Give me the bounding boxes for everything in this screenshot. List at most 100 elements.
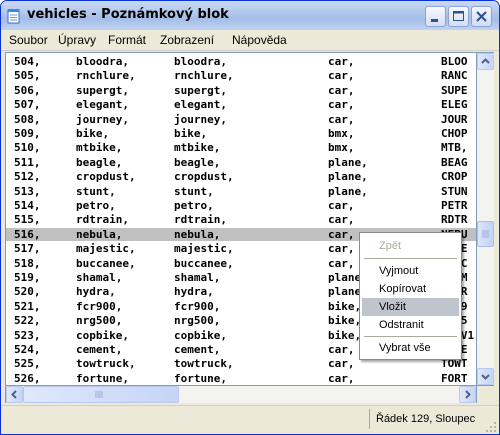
row-number: 514, <box>14 199 41 212</box>
ctx-copy[interactable]: Kopírovat <box>362 280 459 298</box>
model-name: journey, <box>76 112 129 126</box>
code-prefix: CHOP <box>441 127 468 140</box>
model-name-2: copbike, <box>174 328 227 342</box>
text-line[interactable]: 512, cropdust, cropdust, plane, CROP <box>6 170 476 183</box>
code-prefix: MTB, <box>441 141 468 155</box>
model-name-2: beagle, <box>174 155 221 169</box>
text-line[interactable]: 514, petro, petro, car, PETR <box>6 199 476 212</box>
vehicle-type: car, <box>328 371 355 385</box>
resize-grip-icon[interactable] <box>485 421 497 433</box>
model-name: cement, <box>76 343 123 356</box>
menu-format[interactable]: Formát <box>108 33 146 47</box>
scroll-down-button[interactable] <box>477 368 494 385</box>
model-name-2: bloodra, <box>174 55 227 68</box>
vehicle-type: car, <box>328 242 355 256</box>
code-prefix: BLOO <box>441 55 468 68</box>
row-number: 512, <box>14 170 41 184</box>
menu-upravy[interactable]: Úpravy <box>58 33 96 47</box>
model-name-2: petro, <box>174 199 214 212</box>
close-icon <box>476 11 487 22</box>
model-name-2: journey, <box>174 112 227 126</box>
chevron-left-icon <box>11 390 17 399</box>
text-line[interactable]: 507, elegant, elegant, car, ELEG <box>6 98 476 111</box>
code-prefix: FORT <box>441 371 468 385</box>
notepad-icon <box>7 9 20 24</box>
maximize-icon <box>453 11 464 21</box>
close-button[interactable] <box>471 6 492 27</box>
text-line[interactable]: 506, supergt, supergt, car, SUPE <box>6 84 476 97</box>
text-line[interactable]: 510, mtbike, mtbike, bmx, MTB, <box>6 141 476 154</box>
scroll-thumb[interactable] <box>477 221 494 247</box>
vertical-scrollbar[interactable] <box>477 52 494 386</box>
row-number: 508, <box>14 112 41 126</box>
model-name: towtruck, <box>76 357 136 371</box>
model-name: copbike, <box>76 328 129 342</box>
text-line[interactable]: 504, bloodra, bloodra, car, BLOO <box>6 55 476 68</box>
model-name-2: buccanee, <box>174 256 234 270</box>
model-name: cropdust, <box>76 170 136 184</box>
text-line[interactable]: 509, bike, bike, bmx, CHOP <box>6 127 476 140</box>
h-scroll-thumb[interactable] <box>23 386 179 403</box>
menu-napoveda[interactable]: Nápověda <box>232 33 287 47</box>
vehicle-type: bike, <box>328 314 362 328</box>
vehicle-type: car, <box>328 357 355 371</box>
code-prefix: SUPE <box>441 83 468 97</box>
title-bar[interactable]: vehicles - Poznámkový blok <box>1 1 499 30</box>
model-name-2: mtbike, <box>174 141 221 155</box>
scrollbar-corner <box>477 386 494 403</box>
code-prefix: PETR <box>441 199 468 212</box>
model-name-2: shamal, <box>174 271 221 284</box>
text-line[interactable]: 513, stunt, stunt, plane, STUN <box>6 185 476 198</box>
chevron-right-icon <box>465 390 471 399</box>
model-name-2: towtruck, <box>174 357 234 371</box>
vehicle-type: plane, <box>328 184 368 198</box>
code-prefix: RDTR <box>441 213 468 227</box>
ctx-undo[interactable]: Zpět <box>362 237 459 255</box>
ctx-paste[interactable]: Vložit <box>362 298 459 316</box>
grip-lines-icon <box>95 391 103 398</box>
text-line[interactable]: 526, fortune, fortune, car, FORT <box>6 372 476 385</box>
ctx-select-all[interactable]: Vybrat vše <box>362 339 459 357</box>
vehicle-type: bike, <box>328 299 362 313</box>
model-name-2: cropdust, <box>174 170 234 184</box>
row-number: 523, <box>14 328 41 342</box>
ctx-delete[interactable]: Odstranit <box>362 316 459 334</box>
scroll-left-button[interactable] <box>6 386 23 403</box>
minimize-button[interactable] <box>425 6 446 27</box>
model-name-2: fcr900, <box>174 299 221 313</box>
scroll-up-button[interactable] <box>477 53 494 70</box>
row-number: 519, <box>14 271 41 284</box>
menu-soubor[interactable]: Soubor <box>9 33 48 47</box>
row-number: 507, <box>14 98 41 112</box>
menu-zobrazeni[interactable]: Zobrazení <box>160 33 214 47</box>
maximize-button[interactable] <box>448 6 469 27</box>
code-prefix: JOUR <box>441 112 468 126</box>
horizontal-scrollbar[interactable] <box>5 386 477 403</box>
model-name-2: bike, <box>174 127 208 140</box>
model-name-2: supergt, <box>174 83 227 97</box>
model-name-2: cement, <box>174 343 221 356</box>
model-name-2: elegant, <box>174 98 227 112</box>
model-name: rnchlure, <box>76 69 136 83</box>
menu-bar: Soubor Úpravy Formát Zobrazení Nápověda <box>1 30 499 51</box>
text-line[interactable]: 505, rnchlure, rnchlure, car, RANC <box>6 69 476 82</box>
row-number: 517, <box>14 242 41 256</box>
scroll-right-button[interactable] <box>459 386 476 403</box>
vehicle-type: car, <box>328 98 355 112</box>
row-number: 510, <box>14 141 41 155</box>
window-title: vehicles - Poznámkový blok <box>27 7 229 22</box>
text-line[interactable]: 511, beagle, beagle, plane, BEAG <box>6 156 476 169</box>
model-name: mtbike, <box>76 141 123 155</box>
code-prefix: CROP <box>441 170 468 184</box>
row-number: 513, <box>14 184 41 198</box>
text-line[interactable]: 515, rdtrain, rdtrain, car, RDTR <box>6 213 476 226</box>
model-name: shamal, <box>76 271 123 284</box>
vehicle-type: car, <box>328 199 355 212</box>
cursor-position: Řádek 129, Sloupec <box>376 413 476 425</box>
model-name: fortune, <box>76 371 129 385</box>
vehicle-type: bmx, <box>328 141 355 155</box>
model-name: bike, <box>76 127 110 140</box>
model-name: elegant, <box>76 98 129 112</box>
text-line[interactable]: 508, journey, journey, car, JOUR <box>6 113 476 126</box>
ctx-cut[interactable]: Vyjmout <box>362 262 459 280</box>
